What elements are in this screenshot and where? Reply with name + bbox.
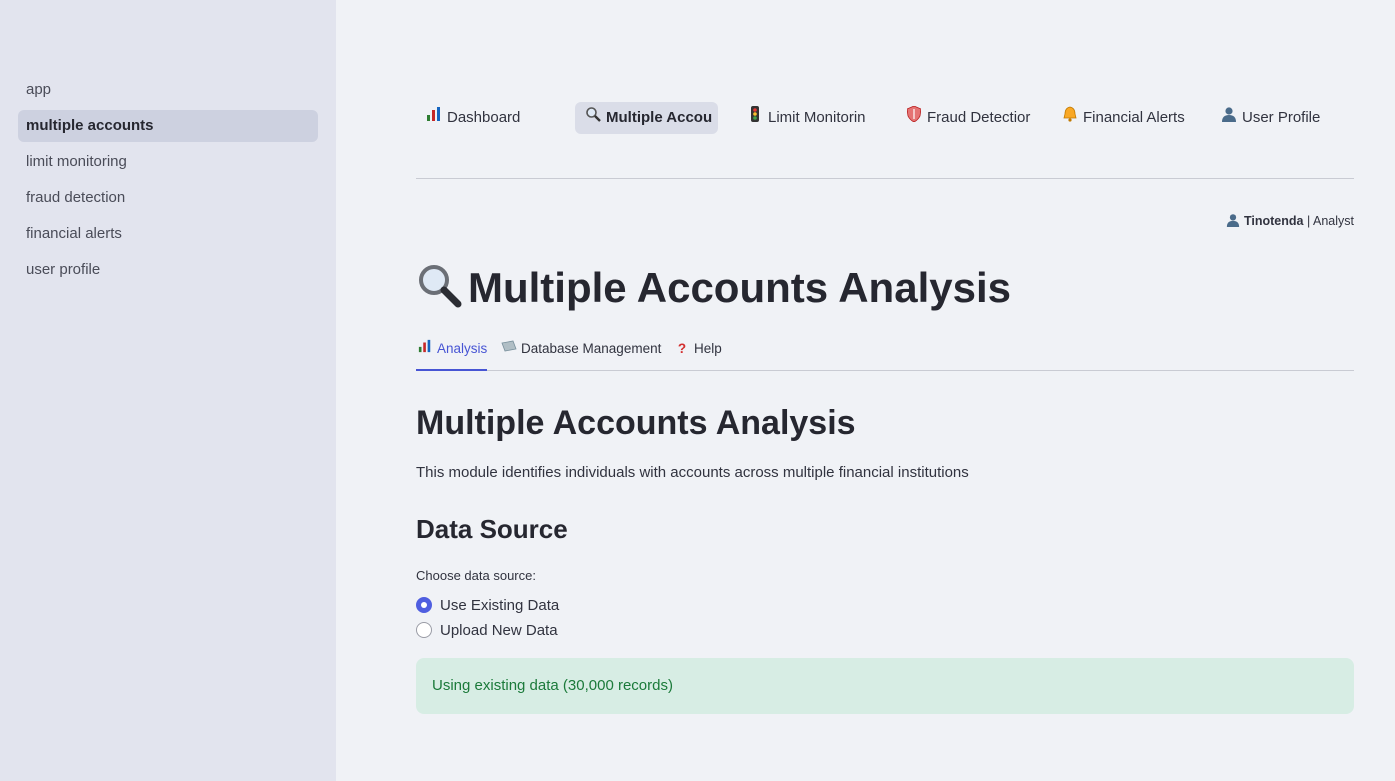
file-cabinet-icon — [500, 338, 518, 360]
tab-database-management[interactable]: Database Management — [500, 338, 661, 371]
page-title: Multiple Accounts Analysis — [416, 262, 1011, 312]
nav-item-multiple-accounts[interactable]: Multiple Accou — [575, 102, 718, 134]
radio-button-selected[interactable] — [416, 597, 432, 613]
magnifier-icon — [416, 262, 462, 308]
user-role: Analyst — [1313, 214, 1354, 228]
main-content: Dashboard Multiple Accou Limit Monitorin… — [336, 0, 1395, 781]
tab-help[interactable]: ? Help — [673, 338, 722, 371]
tab-analysis[interactable]: Analysis — [416, 338, 488, 371]
sidebar-item-user-profile[interactable]: user profile — [18, 254, 318, 286]
radio-upload-new-data[interactable]: Upload New Data — [416, 621, 558, 641]
traffic-light-icon — [745, 102, 765, 134]
magnifier-icon — [583, 102, 603, 134]
radio-use-existing-data[interactable]: Use Existing Data — [416, 596, 559, 616]
sidebar-item-app[interactable]: app — [18, 74, 318, 106]
tab-bar: Analysis Database Management ? Help — [416, 338, 1354, 371]
success-alert: Using existing data (30,000 records) — [416, 658, 1354, 714]
user-icon — [1226, 214, 1243, 228]
section-heading: Multiple Accounts Analysis — [416, 404, 856, 442]
radio-button[interactable] — [416, 622, 432, 638]
sidebar: app multiple accounts limit monitoring f… — [0, 0, 336, 781]
question-icon: ? — [677, 341, 687, 356]
sidebar-item-fraud-detection[interactable]: fraud detection — [18, 182, 318, 214]
nav-item-fraud-detection[interactable]: Fraud Detectior — [896, 102, 1042, 134]
bar-chart-icon — [416, 338, 434, 360]
user-name: Tinotenda — [1243, 214, 1304, 228]
nav-item-dashboard[interactable]: Dashboard — [416, 102, 536, 134]
divider — [416, 178, 1354, 179]
radio-group-label: Choose data source: — [416, 568, 536, 583]
module-description: This module identifies individuals with … — [416, 464, 969, 481]
sidebar-item-multiple-accounts[interactable]: multiple accounts — [18, 110, 318, 142]
user-separator: | — [1306, 214, 1311, 228]
user-badge: Tinotenda | Analyst — [1226, 213, 1354, 228]
nav-item-user-profile[interactable]: User Profile — [1211, 102, 1341, 134]
bell-icon — [1060, 102, 1080, 134]
sidebar-item-financial-alerts[interactable]: financial alerts — [18, 218, 318, 250]
top-nav: Dashboard Multiple Accou Limit Monitorin… — [416, 102, 1354, 134]
bar-chart-icon — [424, 102, 444, 134]
nav-item-limit-monitoring[interactable]: Limit Monitorin — [737, 102, 882, 134]
sidebar-item-limit-monitoring[interactable]: limit monitoring — [18, 146, 318, 178]
nav-item-financial-alerts[interactable]: Financial Alerts — [1052, 102, 1202, 134]
user-icon — [1219, 102, 1239, 134]
data-source-heading: Data Source — [416, 514, 568, 544]
shield-icon — [904, 102, 924, 134]
